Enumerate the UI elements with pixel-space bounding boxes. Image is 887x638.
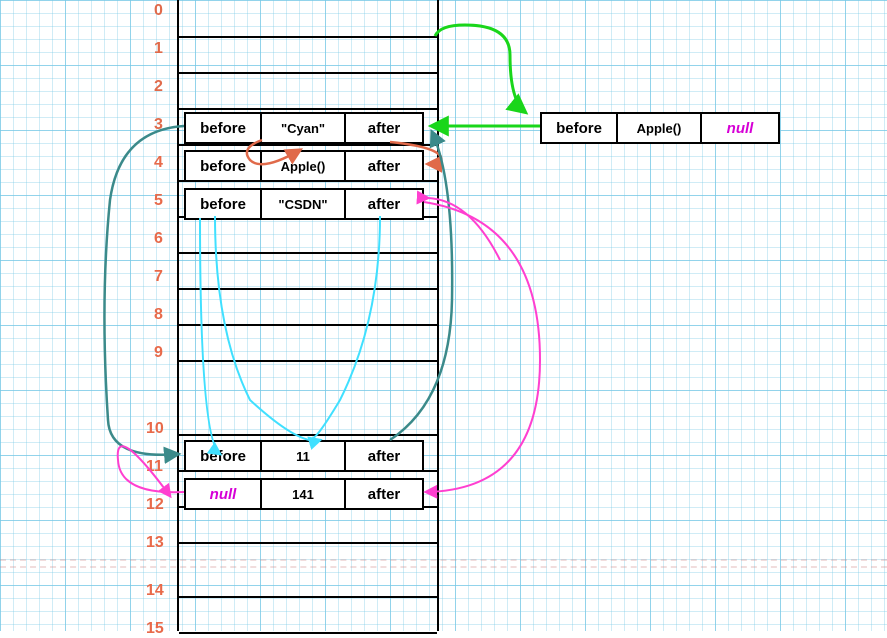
index-4: 4 (154, 154, 163, 172)
index-1: 1 (154, 40, 163, 58)
node-12-value: 141 (262, 480, 346, 508)
node-3-after: after (346, 114, 422, 142)
index-5: 5 (154, 192, 163, 210)
node-3-before: before (186, 114, 262, 142)
index-11: 11 (146, 458, 163, 476)
node-12-after: after (346, 480, 422, 508)
node-4: before Apple() after (184, 150, 424, 182)
node-4-after: after (346, 152, 422, 180)
index-0: 0 (154, 2, 163, 20)
index-13: 13 (146, 534, 164, 552)
node-5: before "CSDN" after (184, 188, 424, 220)
node-3-value: "Cyan" (262, 114, 346, 142)
slot-0 (179, 0, 437, 38)
node-11-after: after (346, 442, 422, 470)
slot-7 (179, 252, 437, 290)
node-11: before 11 after (184, 440, 424, 472)
node-12-before-null: null (186, 480, 262, 508)
index-8: 8 (154, 306, 163, 324)
node-12: null 141 after (184, 478, 424, 510)
node-external-before: before (542, 114, 618, 142)
node-4-before: before (186, 152, 262, 180)
index-10: 10 (146, 420, 164, 438)
node-11-before: before (186, 442, 262, 470)
node-5-after: after (346, 190, 422, 218)
node-external-right-null: null (702, 114, 778, 142)
grid-background (0, 0, 887, 631)
dashed-divider (0, 559, 887, 561)
node-4-value: Apple() (262, 152, 346, 180)
slot-1 (179, 36, 437, 74)
index-7: 7 (154, 268, 163, 286)
slot-10 (179, 360, 437, 436)
index-6: 6 (154, 230, 163, 248)
slot-9 (179, 324, 437, 362)
slot-2 (179, 72, 437, 110)
node-external: before Apple() null (540, 112, 780, 144)
slot-8 (179, 288, 437, 326)
index-12: 12 (146, 496, 164, 514)
node-5-value: "CSDN" (262, 190, 346, 218)
slot-15 (179, 596, 437, 634)
node-5-before: before (186, 190, 262, 218)
slot-13 (179, 506, 437, 544)
hash-column (177, 0, 439, 631)
slot-6 (179, 216, 437, 254)
index-9: 9 (154, 344, 163, 362)
index-3: 3 (154, 116, 163, 134)
slot-14 (179, 542, 437, 598)
node-external-value: Apple() (618, 114, 702, 142)
index-15: 15 (146, 620, 164, 638)
node-3: before "Cyan" after (184, 112, 424, 144)
dashed-divider (0, 566, 887, 568)
node-11-value: 11 (262, 442, 346, 470)
index-14: 14 (146, 582, 164, 600)
index-2: 2 (154, 78, 163, 96)
